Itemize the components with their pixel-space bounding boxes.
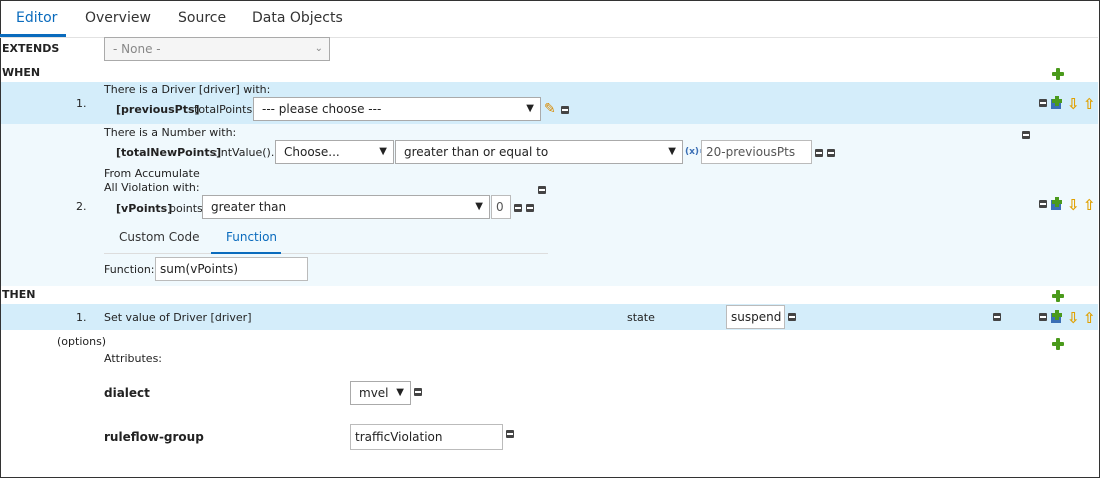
tab-source[interactable]: Source: [178, 10, 226, 26]
move-down-icon[interactable]: ⇩: [1067, 96, 1080, 112]
move-down-icon[interactable]: ⇩: [1067, 310, 1080, 326]
extends-select-value: - None -: [113, 42, 161, 56]
when-row-2-choose-select[interactable]: Choose... ▼: [275, 140, 394, 164]
vpoints-operator-select[interactable]: greater than ▼: [202, 195, 490, 219]
when-row-2-text: There is a Number with:: [104, 126, 237, 139]
function-label: Function:: [104, 263, 155, 276]
subtab-custom-code[interactable]: Custom Code: [119, 230, 200, 244]
active-tab-indicator: [0, 34, 66, 37]
when-row-1-binding: [previousPts]: [116, 103, 200, 116]
ruleflow-group-value: trafficViolation: [355, 430, 443, 444]
remove-pattern-icon[interactable]: [1022, 131, 1030, 139]
when-label: WHEN: [2, 66, 41, 79]
add-condition-plus-icon[interactable]: [1051, 67, 1065, 81]
then-label: THEN: [2, 288, 36, 301]
vpoints-binding: [vPoints]: [116, 202, 173, 215]
subtab-divider: [104, 253, 548, 254]
remove-action-icon[interactable]: [993, 313, 1001, 321]
remove-vpoints-icon-2[interactable]: [526, 204, 534, 212]
insert-row-icon[interactable]: [1049, 197, 1063, 211]
function-value-text: sum(vPoints): [160, 262, 239, 276]
ruleflow-group-input[interactable]: trafficViolation: [350, 424, 503, 450]
attributes-label: Attributes:: [104, 352, 163, 365]
when-row-2-choose-value: Choose...: [284, 145, 340, 159]
subtab-active-indicator: [211, 252, 281, 254]
dropdown-caret-icon: ▼: [526, 103, 534, 114]
dropdown-caret-icon: ▼: [396, 387, 404, 398]
move-down-icon[interactable]: ⇩: [1067, 197, 1080, 213]
then-row-1-field: state: [627, 311, 655, 324]
when-row-1-select-value: --- please choose ---: [262, 102, 382, 116]
insert-row-icon[interactable]: [1049, 310, 1063, 324]
tab-data-objects[interactable]: Data Objects: [252, 10, 343, 26]
dialect-value: mvel: [359, 386, 389, 400]
tab-editor[interactable]: Editor: [16, 10, 57, 26]
when-row-2-operator-select[interactable]: greater than or equal to ▼: [395, 140, 683, 164]
remove-row-icon[interactable]: [1039, 313, 1047, 321]
insert-row-icon[interactable]: [1049, 96, 1063, 110]
tab-overview[interactable]: Overview: [85, 10, 151, 26]
when-row-2-field: :intValue().: [214, 146, 275, 159]
when-row-2-value-input[interactable]: 20-previousPts: [701, 140, 812, 164]
add-option-plus-icon[interactable]: [1051, 337, 1065, 351]
remove-constraint-icon[interactable]: [815, 149, 823, 157]
dialect-select[interactable]: mvel ▼: [350, 381, 411, 405]
when-row-2-index: 2.: [76, 200, 87, 213]
when-row-1-index: 1.: [76, 97, 87, 110]
then-row-1-value-text: suspend: [731, 310, 782, 324]
ruleflow-group-label: ruleflow-group: [104, 430, 204, 444]
remove-row-icon[interactable]: [1039, 200, 1047, 208]
function-input[interactable]: sum(vPoints): [155, 257, 308, 281]
move-up-icon[interactable]: ⇧: [1083, 197, 1096, 213]
vpoints-field: points: [169, 202, 203, 215]
pencil-icon[interactable]: ✎: [544, 101, 556, 117]
vpoints-value-text: 0: [496, 200, 504, 214]
subtab-function[interactable]: Function: [226, 230, 277, 244]
extends-label: EXTENDS: [2, 42, 60, 55]
remove-vpoints-icon[interactable]: [514, 204, 522, 212]
move-up-icon[interactable]: ⇧: [1083, 310, 1096, 326]
then-row-1-value-input[interactable]: suspend: [726, 305, 785, 329]
remove-ruleflow-icon[interactable]: [506, 430, 514, 438]
dropdown-caret-icon: ▼: [668, 146, 676, 157]
vpoints-operator-value: greater than: [211, 200, 287, 214]
when-row-2-operator-value: greater than or equal to: [404, 145, 549, 159]
remove-field-icon[interactable]: [561, 106, 569, 114]
remove-accumulate-icon[interactable]: [538, 186, 546, 194]
when-row-1-field-select[interactable]: --- please choose --- ▼: [253, 97, 541, 121]
vpoints-value-input[interactable]: 0: [491, 195, 511, 219]
remove-row-icon[interactable]: [1039, 99, 1047, 107]
remove-constraint-icon-2[interactable]: [827, 149, 835, 157]
chevron-down-icon: ⌄: [314, 43, 323, 54]
when-row-1-text: There is a Driver [driver] with:: [104, 83, 271, 96]
add-action-plus-icon[interactable]: [1051, 289, 1065, 303]
when-row-2-value-text: 20-previousPts: [706, 145, 796, 159]
from-accumulate-label: From Accumulate: [104, 167, 200, 180]
dialect-label: dialect: [104, 386, 150, 400]
then-row-1-text: Set value of Driver [driver]: [104, 311, 252, 324]
extends-select[interactable]: - None - ⌄: [104, 37, 330, 61]
then-row-1-index: 1.: [76, 311, 87, 324]
dropdown-caret-icon: ▼: [379, 146, 387, 157]
when-row-2-binding: [totalNewPoints]: [116, 146, 222, 159]
when-row-1-field: totalPoints: [194, 103, 253, 116]
options-label: (options): [57, 335, 107, 348]
remove-field-icon[interactable]: [788, 313, 796, 321]
all-violation-label: All Violation with:: [104, 181, 200, 194]
move-up-icon[interactable]: ⇧: [1083, 96, 1096, 112]
remove-dialect-icon[interactable]: [414, 388, 422, 396]
dropdown-caret-icon: ▼: [475, 201, 483, 212]
